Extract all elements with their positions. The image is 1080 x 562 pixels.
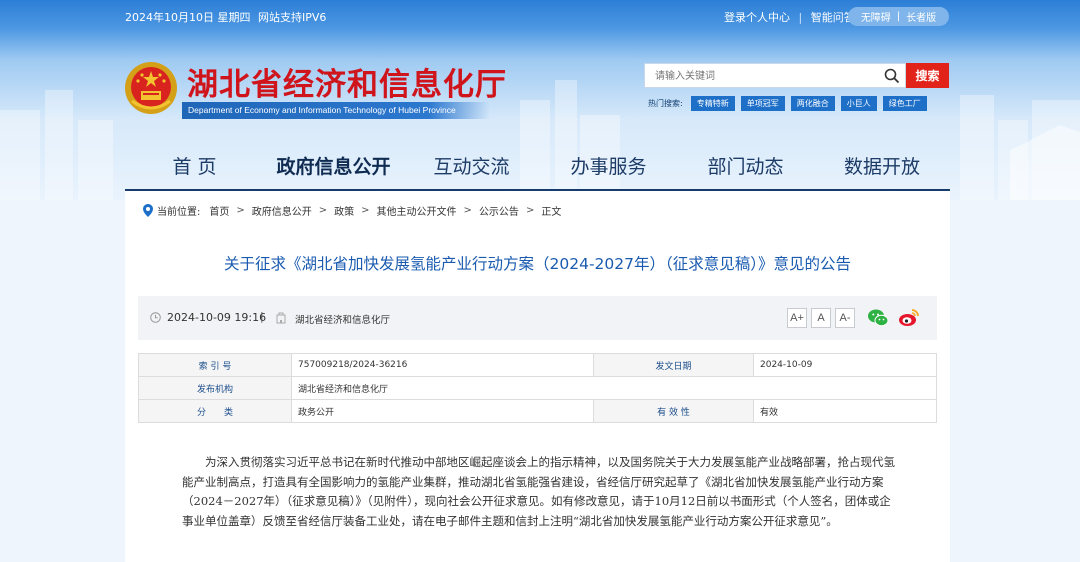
breadcrumb-label: 当前位置: (157, 207, 201, 218)
table-row: 发布机构 湖北省经济和信息化厅 (138, 376, 937, 400)
validity-value: 有效 (753, 399, 937, 423)
font-increase-button[interactable]: A+ (787, 308, 807, 328)
chevron-right-icon: > (525, 205, 535, 216)
category-label: 分 类 (138, 399, 292, 423)
hot-search-tag[interactable]: 单项冠军 (740, 96, 785, 111)
publisher-label: 发布机构 (138, 376, 292, 400)
publisher-value: 湖北省经济和信息化厅 (291, 376, 937, 400)
nav-item-services[interactable]: 办事服务 (540, 149, 677, 185)
search-button[interactable]: 搜索 (906, 63, 949, 88)
nav-item-data[interactable]: 数据开放 (814, 149, 950, 185)
login-link[interactable]: 登录个人中心 (724, 11, 790, 24)
validity-label: 有 效 性 (593, 399, 754, 423)
font-default-button[interactable]: A (811, 308, 831, 328)
article-body: 为深入贯彻落实习近平总书记在新时代推动中部地区崛起座谈会上的指示精神，以及国务院… (182, 455, 895, 528)
main-nav: 首 页 政府信息公开 互动交流 办事服务 部门动态 数据开放 (125, 149, 950, 189)
hot-search-tag[interactable]: 两化融合 (790, 96, 835, 111)
divider: | (260, 310, 264, 323)
ipv6-text: 网站支持IPV6 (258, 11, 327, 24)
source-org: 湖北省经济和信息化厅 (295, 315, 391, 326)
nav-item-news[interactable]: 部门动态 (677, 149, 814, 185)
table-row: 分 类 政务公开 有 效 性 有效 (138, 399, 937, 423)
index-label: 索 引 号 (138, 353, 292, 377)
breadcrumb-current: 正文 (541, 207, 562, 218)
font-decrease-button[interactable]: A- (835, 308, 855, 328)
breadcrumb-item[interactable]: 政府信息公开 (252, 203, 312, 218)
breadcrumb-item[interactable]: 政策 (334, 203, 354, 218)
table-row: 索 引 号 757009218/2024-36216 发文日期 2024-10-… (138, 353, 937, 377)
hot-search-tag[interactable]: 小巨人 (840, 96, 877, 111)
national-emblem-icon (125, 62, 177, 114)
search-box (644, 63, 906, 88)
site-title[interactable]: 湖北省经济和信息化厅 (187, 59, 507, 104)
hot-search: 热门搜索: 专精特新 单项冠军 两化融合 小巨人 绿色工厂 (648, 96, 933, 111)
nav-item-home[interactable]: 首 页 (125, 149, 264, 185)
building-icon (276, 312, 286, 324)
location-pin-icon (143, 204, 153, 217)
nav-item-interaction[interactable]: 互动交流 (403, 149, 540, 185)
hot-search-label: 热门搜索: (648, 99, 683, 108)
document-info-table: 索 引 号 757009218/2024-36216 发文日期 2024-10-… (138, 353, 937, 423)
current-date: 2024年10月10日 星期四 网站支持IPV6 (125, 9, 326, 25)
hot-search-tag[interactable]: 绿色工厂 (882, 96, 927, 111)
issue-date-label: 发文日期 (593, 353, 754, 377)
clock-icon (150, 312, 161, 323)
nav-item-gov-info[interactable]: 政府信息公开 (264, 149, 403, 185)
search-icon[interactable] (884, 68, 900, 84)
top-bar: 2024年10月10日 星期四 网站支持IPV6 登录个人中心 | 智能问答 无… (0, 0, 1080, 32)
content-panel: 当前位置: 首页 > 政府信息公开 > 政策 > 其他主动公开文件 > 公示公告… (125, 191, 950, 562)
weibo-icon[interactable] (898, 307, 920, 329)
chevron-right-icon: > (318, 205, 328, 216)
chevron-right-icon: > (463, 205, 472, 216)
accessibility-toggle: 无障碍 | 长者版 (848, 7, 949, 26)
hot-search-tag[interactable]: 专精特新 (690, 96, 735, 111)
wechat-icon[interactable] (867, 307, 889, 329)
article-meta: 2024-10-09 19:16 | 湖北省经济和信息化厅 A+ A A- (138, 296, 937, 340)
breadcrumb: 当前位置: 首页 > 政府信息公开 > 政策 > 其他主动公开文件 > 公示公告… (143, 203, 561, 218)
breadcrumb-item[interactable]: 公示公告 (479, 203, 519, 218)
accessible-link[interactable]: 无障碍 (861, 9, 891, 24)
index-value: 757009218/2024-36216 (291, 353, 594, 377)
search-input[interactable] (653, 67, 877, 86)
category-value: 政务公开 (291, 399, 594, 423)
article-title: 关于征求《湖北省加快发展氢能产业行动方案（2024-2027年）（征求意见稿）》… (224, 255, 851, 273)
divider: | (798, 11, 803, 24)
issue-date-value: 2024-10-09 (753, 353, 937, 377)
date-text: 2024年10月10日 星期四 (125, 11, 251, 24)
breadcrumb-item[interactable]: 其他主动公开文件 (377, 203, 457, 218)
breadcrumb-item[interactable]: 首页 (209, 203, 229, 218)
publish-date: 2024-10-09 19:16 (167, 311, 267, 324)
top-links: 登录个人中心 | 智能问答 (724, 9, 855, 25)
divider: | (896, 11, 901, 22)
elderly-mode-link[interactable]: 长者版 (906, 9, 936, 24)
site-subtitle: Department of Economy and Information Te… (182, 102, 490, 119)
chevron-right-icon: > (236, 205, 245, 216)
chevron-right-icon: > (361, 205, 370, 216)
